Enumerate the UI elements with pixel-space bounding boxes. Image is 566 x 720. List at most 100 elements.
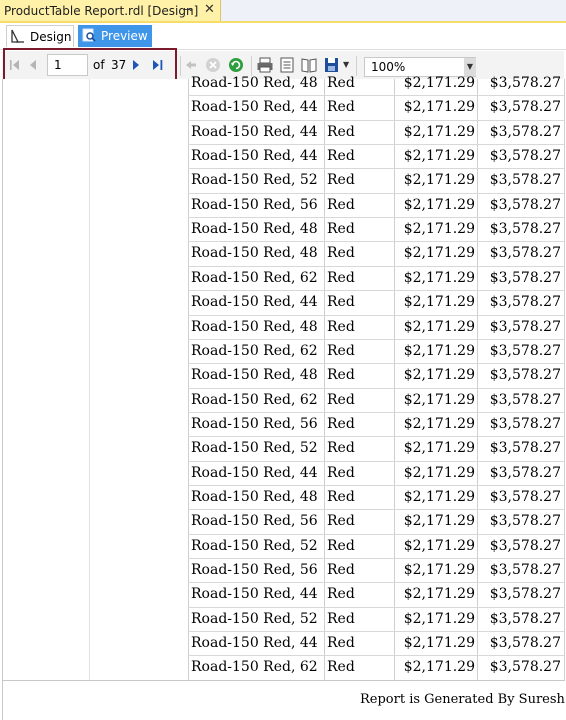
product-name-cell: Road-150 Red, 44 [191,464,318,481]
design-icon [11,29,25,43]
product-color-cell: Red [327,391,355,408]
standard-cost-cell: $2,171.29 [403,488,475,505]
product-name-cell: Road-150 Red, 52 [191,537,318,554]
document-tab-title: ProductTable Report.rdl [Design] [4,4,199,18]
standard-cost-cell: $2,171.29 [403,221,475,238]
list-price-cell: $3,578.27 [489,513,561,530]
table-row: Road-150 Red, 44 Red $2,171.29 $3,578.27 [188,461,565,485]
row-divider [188,339,565,340]
product-name-cell: Road-150 Red, 56 [191,196,318,213]
list-price-cell: $3,578.27 [489,610,561,627]
product-name-cell: Road-150 Red, 62 [191,391,318,408]
standard-cost-cell: $2,171.29 [403,269,475,286]
table-row: Road-150 Red, 48 Red $2,171.29 $3,578.27 [188,217,565,241]
product-color-cell: Red [327,488,355,505]
standard-cost-cell: $2,171.29 [403,391,475,408]
product-name-cell: Road-150 Red, 48 [191,367,318,384]
row-divider [188,509,565,510]
product-color-cell: Red [327,586,355,603]
table-row: Road-150 Red, 56 Red $2,171.29 $3,578.27 [188,509,565,533]
product-color-cell: Red [327,537,355,554]
table-row: Road-150 Red, 48 Red $2,171.29 $3,578.27 [188,241,565,265]
row-divider [188,655,565,656]
product-color-cell: Red [327,148,355,165]
product-color-cell: Red [327,610,355,627]
row-divider [188,558,565,559]
list-price-cell: $3,578.27 [489,99,561,116]
product-color-cell: Red [327,415,355,432]
table-row: Road-150 Red, 62 Red $2,171.29 $3,578.27 [188,339,565,363]
product-color-cell: Red [327,367,355,384]
product-color-cell: Red [327,562,355,578]
standard-cost-cell: $2,171.29 [403,75,475,91]
product-name-cell: Road-150 Red, 44 [191,294,318,311]
product-color-cell: Red [327,196,355,213]
product-color-cell: Red [327,659,355,676]
list-price-cell: $3,578.27 [489,342,561,359]
table-row: Road-150 Red, 44 Red $2,171.29 $3,578.27 [188,95,565,119]
product-name-cell: Road-150 Red, 48 [191,318,318,335]
table-row: Road-150 Red, 48 Red $2,171.29 $3,578.27 [188,485,565,509]
row-divider [188,193,565,194]
row-divider [188,168,565,169]
list-price-cell: $3,578.27 [489,562,561,578]
document-tab[interactable]: ProductTable Report.rdl [Design] ⊸ ✕ [0,0,221,22]
product-color-cell: Red [327,513,355,530]
tab-design-label: Design [30,30,72,44]
row-divider [188,412,565,413]
standard-cost-cell: $2,171.29 [403,318,475,335]
pin-icon[interactable]: ⊸ [184,3,193,16]
standard-cost-cell: $2,171.29 [403,367,475,384]
row-divider [188,436,565,437]
list-price-cell: $3,578.27 [489,537,561,554]
list-price-cell: $3,578.27 [489,659,561,676]
product-name-cell: Road-150 Red, 48 [191,245,318,262]
row-divider [188,388,565,389]
table-row: Road-150 Red, 56 Red $2,171.29 $3,578.27 [188,558,565,582]
list-price-cell: $3,578.27 [489,172,561,189]
product-color-cell: Red [327,318,355,335]
table-row: Road-150 Red, 48 Red $2,171.29 $3,578.27 [188,315,565,339]
table-row: Road-150 Red, 62 Red $2,171.29 $3,578.27 [188,266,565,290]
list-price-cell: $3,578.27 [489,488,561,505]
product-name-cell: Road-150 Red, 62 [191,342,318,359]
row-divider [188,95,565,96]
standard-cost-cell: $2,171.29 [403,148,475,165]
row-divider [188,631,565,632]
product-color-cell: Red [327,294,355,311]
product-name-cell: Road-150 Red, 56 [191,415,318,432]
product-name-cell: Road-150 Red, 52 [191,172,318,189]
product-name-cell: Road-150 Red, 62 [191,659,318,676]
product-color-cell: Red [327,221,355,238]
product-name-cell: Road-150 Red, 48 [191,488,318,505]
standard-cost-cell: $2,171.29 [403,294,475,311]
product-color-cell: Red [327,269,355,286]
row-divider [188,607,565,608]
tab-preview[interactable]: Preview [78,25,152,47]
product-color-cell: Red [327,342,355,359]
list-price-cell: $3,578.27 [489,391,561,408]
product-name-cell: Road-150 Red, 44 [191,586,318,603]
row-divider [188,315,565,316]
preview-icon [82,28,96,42]
list-price-cell: $3,578.27 [489,294,561,311]
standard-cost-cell: $2,171.29 [403,245,475,262]
product-name-cell: Road-150 Red, 48 [191,75,318,91]
tab-design[interactable]: Design [6,25,74,47]
standard-cost-cell: $2,171.29 [403,537,475,554]
row-divider [188,144,565,145]
list-price-cell: $3,578.27 [489,415,561,432]
report-footer: Report is Generated By Suresh [360,692,565,707]
list-price-cell: $3,578.27 [489,148,561,165]
standard-cost-cell: $2,171.29 [403,123,475,140]
list-price-cell: $3,578.27 [489,75,561,91]
row-divider [188,290,565,291]
row-divider [188,241,565,242]
close-icon[interactable]: ✕ [204,2,215,17]
list-price-cell: $3,578.27 [489,269,561,286]
row-divider [188,266,565,267]
report-guide-line [89,79,90,680]
product-name-cell: Road-150 Red, 44 [191,99,318,116]
standard-cost-cell: $2,171.29 [403,610,475,627]
product-name-cell: Road-150 Red, 44 [191,148,318,165]
